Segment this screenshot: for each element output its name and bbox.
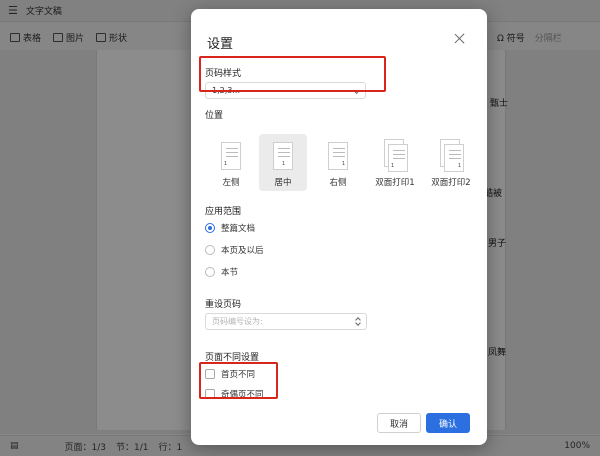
page-left-icon: 1: [221, 142, 241, 170]
position-duplex2-option[interactable]: 1 双面打印2: [425, 134, 477, 191]
radio-whole-document[interactable]: 整篇文档: [205, 222, 255, 234]
chevron-down-icon: [352, 86, 361, 95]
page-number-start-input[interactable]: 页码编号设为:: [205, 313, 367, 330]
first-page-different-checkbox[interactable]: 首页不同: [205, 368, 255, 380]
dialog-title: 设置: [207, 37, 234, 52]
radio-this-section[interactable]: 本节: [205, 266, 238, 278]
odd-even-different-checkbox[interactable]: 奇偶页不同: [205, 388, 264, 400]
position-option-label: 右侧: [329, 178, 347, 188]
page-duplex2-icon: 1: [444, 144, 464, 172]
position-duplex1-option[interactable]: 1 双面打印1: [369, 134, 421, 191]
radio-label: 本页及以后: [221, 246, 264, 256]
position-right-option[interactable]: 1 右侧: [314, 134, 362, 191]
input-placeholder: 页码编号设为:: [212, 317, 263, 326]
radio-unchecked-icon: [205, 267, 215, 277]
checkbox-icon: [205, 369, 215, 379]
page-duplex1-icon: 1: [388, 144, 408, 172]
position-option-label: 居中: [274, 178, 292, 188]
position-center-option[interactable]: 1 居中: [259, 134, 307, 191]
position-option-label: 双面打印2: [431, 178, 471, 188]
checkbox-label: 首页不同: [221, 370, 256, 380]
page-style-label: 页码样式: [205, 69, 242, 79]
cancel-button[interactable]: 取消: [377, 413, 421, 433]
checkbox-label: 奇偶页不同: [221, 390, 264, 400]
page-right-icon: 1: [328, 142, 348, 170]
radio-this-page-onward[interactable]: 本页及以后: [205, 244, 264, 256]
radio-label: 本节: [221, 268, 239, 278]
position-option-label: 双面打印1: [375, 178, 415, 188]
reset-page-number-label: 重设页码: [205, 300, 242, 310]
page-number-settings-dialog: 设置 页码样式 1,2,3... 位置 1 左侧 1 居中 1 右侧 1 双面打…: [191, 9, 487, 445]
confirm-button[interactable]: 确认: [426, 413, 470, 433]
position-left-option[interactable]: 1 左侧: [207, 134, 255, 191]
radio-checked-icon: [205, 223, 215, 233]
page-center-icon: 1: [273, 142, 293, 170]
checkbox-icon: [205, 389, 215, 399]
apply-scope-label: 应用范围: [205, 207, 242, 217]
stepper-icon[interactable]: [355, 316, 362, 327]
radio-unchecked-icon: [205, 245, 215, 255]
page-diff-label: 页面不同设置: [205, 353, 260, 363]
close-icon[interactable]: [453, 32, 467, 46]
radio-label: 整篇文档: [221, 224, 256, 234]
position-label: 位置: [205, 111, 224, 121]
page-style-value: 1,2,3...: [212, 86, 240, 95]
position-option-label: 左侧: [222, 178, 240, 188]
page-style-select[interactable]: 1,2,3...: [205, 82, 366, 99]
